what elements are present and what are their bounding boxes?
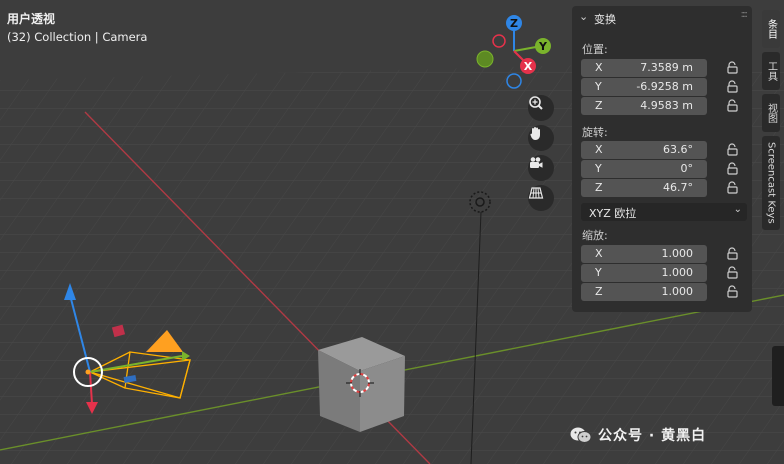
- tab-screencast-keys[interactable]: Screencast Keys: [762, 136, 780, 230]
- sidebar-tabs: 条目 工具 视图 Screencast Keys: [762, 6, 782, 230]
- watermark: 公众号 · 黄黑白: [570, 424, 706, 446]
- lock-icon[interactable]: [726, 247, 740, 261]
- cube-object: [318, 337, 405, 432]
- camera-view-icon[interactable]: [528, 155, 554, 181]
- scale-label: 缩放:: [582, 229, 608, 242]
- chevron-down-icon: ⌄: [579, 10, 589, 23]
- hand-pan-icon[interactable]: [528, 125, 554, 151]
- scale-y-field[interactable]: Y 1.000: [581, 264, 707, 282]
- lock-icon[interactable]: [726, 285, 740, 299]
- lock-icon[interactable]: [726, 162, 740, 176]
- active-object-label: (32) Collection | Camera: [7, 30, 148, 44]
- location-label: 位置:: [582, 43, 608, 56]
- tab-tool[interactable]: 工具: [762, 52, 780, 90]
- tab-view[interactable]: 视图: [762, 94, 780, 132]
- lock-icon[interactable]: [726, 61, 740, 75]
- location-x-field[interactable]: X 7.3589 m: [581, 59, 707, 77]
- grid-ortho-icon[interactable]: [528, 185, 554, 211]
- lock-icon[interactable]: [726, 181, 740, 195]
- lock-icon[interactable]: [726, 143, 740, 157]
- rotation-mode-dropdown[interactable]: XYZ 欧拉 ⌄: [581, 203, 747, 221]
- tab-item[interactable]: 条目: [762, 10, 780, 48]
- sidebar-edge-strip: [772, 346, 784, 406]
- scale-x-field[interactable]: X 1.000: [581, 245, 707, 263]
- rotation-z-field[interactable]: Z 46.7°: [581, 179, 707, 197]
- lock-icon[interactable]: [726, 80, 740, 94]
- rotation-y-field[interactable]: Y 0°: [581, 160, 707, 178]
- wechat-icon: [570, 427, 592, 443]
- location-z-field[interactable]: Z 4.9583 m: [581, 97, 707, 115]
- rotation-label: 旋转:: [582, 126, 608, 139]
- lock-icon[interactable]: [726, 99, 740, 113]
- transform-panel: ⌄ 变换 :::: 位置: X 7.3589 m Y -6.9258 m Z 4.95…: [572, 6, 752, 312]
- rotation-x-field[interactable]: X 63.6°: [581, 141, 707, 159]
- viewport-mode-label: 用户透视: [7, 12, 56, 26]
- chevron-down-icon: ⌄: [733, 204, 742, 215]
- drag-grip-icon[interactable]: ::::: [741, 9, 749, 20]
- lock-icon[interactable]: [726, 266, 740, 280]
- watermark-text: 公众号 · 黄黑白: [598, 428, 707, 444]
- transform-panel-title: 变换: [594, 13, 616, 26]
- scale-z-field[interactable]: Z 1.000: [581, 283, 707, 301]
- zoom-icon[interactable]: [528, 95, 554, 121]
- transform-panel-header[interactable]: ⌄ 变换 ::::: [572, 6, 752, 30]
- rotation-mode-value: XYZ 欧拉: [589, 207, 637, 220]
- location-y-field[interactable]: Y -6.9258 m: [581, 78, 707, 96]
